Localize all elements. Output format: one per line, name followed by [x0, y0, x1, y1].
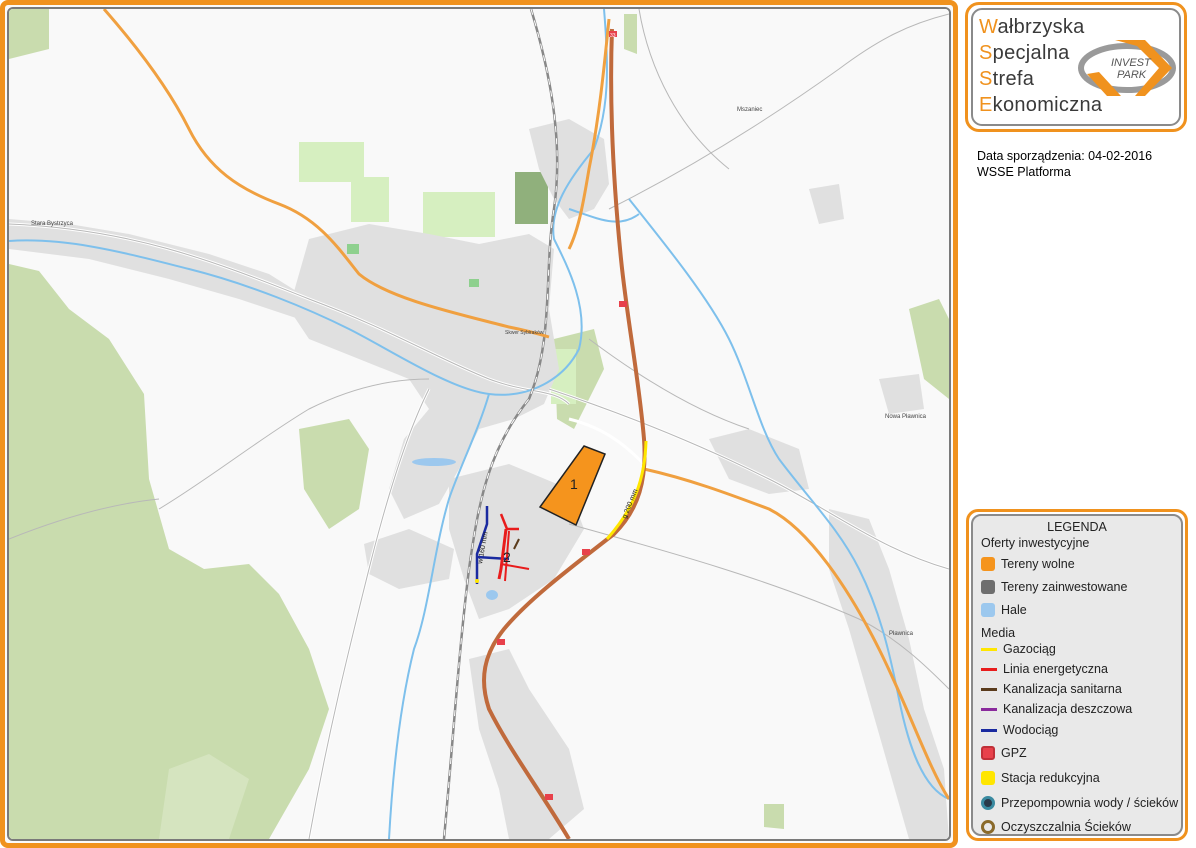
map-frame: 1 2 g 200 mm w 160 mm Stara Bystrzyca Ms…	[0, 0, 958, 848]
legend-item-oczyszczalnia: Oczyszczalnia Ścieków	[981, 818, 1131, 836]
legend-section-investments: Oferty inwestycyjne	[981, 536, 1090, 550]
legend-section-media: Media	[981, 626, 1016, 640]
org-name-line-3: Strefa	[979, 68, 1035, 90]
legend-item-przepompownia: Przepompownia wody / ścieków	[981, 794, 1178, 812]
svg-text:PARK: PARK	[1117, 69, 1147, 81]
place-label-stara-bystrzyca: Stara Bystrzyca	[31, 221, 74, 227]
svg-text:INVEST: INVEST	[1111, 57, 1152, 69]
org-name-line-2: Specjalna	[979, 42, 1070, 64]
legend-item-linia-energetyczna: Linia energetyczna	[981, 660, 1108, 678]
place-label-nowa-plawnica: Nowa Pławnica	[885, 414, 927, 420]
power-line-swatch-icon	[981, 667, 997, 671]
map-viewport[interactable]: 1 2 g 200 mm w 160 mm Stara Bystrzyca Ms…	[7, 7, 951, 841]
legend-item-tereny-wolne: Tereny wolne	[981, 555, 1075, 573]
reduction-station-swatch-icon	[981, 771, 995, 785]
pumping-station-swatch-icon	[981, 796, 995, 810]
place-label-mszaniec: Mszaniec	[737, 107, 762, 113]
gas-line-swatch-icon	[981, 647, 997, 651]
map-canvas[interactable]: 1 2 g 200 mm w 160 mm Stara Bystrzyca Ms…	[9, 9, 949, 839]
logo-box: Wałbrzyska Specjalna Strefa Ekonomiczna …	[965, 2, 1187, 132]
sanitary-sewer-swatch-icon	[981, 687, 997, 691]
legend-item-gpz: GPZ	[981, 744, 1027, 762]
legend-item-hale: Hale	[981, 601, 1027, 619]
plot-1-label: 1	[570, 476, 578, 492]
place-label-center: Skwer Sybiraków	[505, 330, 544, 336]
legend-item-stacja-redukcyjna: Stacja redukcyjna	[981, 769, 1100, 787]
logo-inner-frame: Wałbrzyska Specjalna Strefa Ekonomiczna …	[971, 8, 1181, 126]
plot-2-label: 2	[503, 549, 511, 565]
creation-date: Data sporządzenia: 04-02-2016	[977, 149, 1153, 163]
legend-item-tereny-zainwestowane: Tereny zainwestowane	[981, 578, 1127, 596]
water-main-swatch-icon	[981, 728, 997, 732]
legend-item-kanalizacja-sanitarna: Kanalizacja sanitarna	[981, 680, 1122, 698]
road-ref-label: 33	[610, 33, 616, 39]
platform-name: WSSE Platforma	[977, 165, 1071, 179]
halls-swatch-icon	[981, 603, 995, 617]
legend-item-wodociag: Wodociąg	[981, 721, 1058, 739]
legend-title: LEGENDA	[1047, 520, 1107, 534]
gpz-swatch-icon	[981, 746, 995, 760]
map-metadata: Data sporządzenia: 04-02-2016 WSSE Platf…	[977, 148, 1152, 180]
place-label-plawnica: Pławnica	[889, 631, 914, 637]
legend-inner: LEGENDA Oferty inwestycyjne Tereny wolne…	[971, 514, 1183, 836]
treatment-plant-swatch-icon	[981, 820, 995, 834]
legend-item-kanalizacja-deszczowa: Kanalizacja deszczowa	[981, 700, 1132, 718]
org-name-line-1: Wałbrzyska	[979, 16, 1085, 38]
legend-item-gazociag: Gazociąg	[981, 640, 1056, 658]
free-land-swatch-icon	[981, 557, 995, 571]
legend-panel: LEGENDA Oferty inwestycyjne Tereny wolne…	[966, 509, 1188, 841]
invested-land-swatch-icon	[981, 580, 995, 594]
storm-sewer-swatch-icon	[981, 707, 997, 711]
invest-park-logo-icon: INVEST PARK	[1078, 40, 1176, 96]
